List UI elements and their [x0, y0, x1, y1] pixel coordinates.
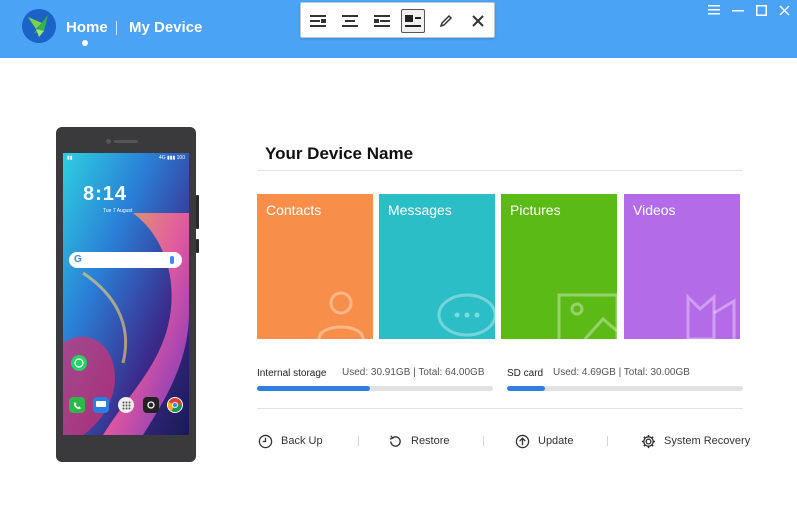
phone-camera: [106, 139, 111, 144]
videos-tile-label: Videos: [633, 202, 676, 218]
pictures-tile-label: Pictures: [510, 202, 561, 218]
align-right-icon[interactable]: [370, 9, 394, 33]
minimize-icon[interactable]: [731, 3, 745, 17]
internal-storage-usage: Used: 30.91GB | Total: 64.00GB: [342, 367, 485, 378]
menu-icon[interactable]: [707, 3, 721, 17]
chat-bubble-icon: [437, 293, 495, 337]
phone-status-bar: ▮▮ 4G ▮▮▮ 100: [67, 155, 185, 163]
align-left-icon[interactable]: [306, 9, 330, 33]
nav-divider: [116, 21, 117, 35]
sd-card-usage: Used: 4.69GB | Total: 30.00GB: [553, 367, 690, 378]
phone-screen: ▮▮ 4G ▮▮▮ 100 8:14 Tue 7 August G: [63, 153, 189, 435]
device-phone-image: ▮▮ 4G ▮▮▮ 100 8:14 Tue 7 August G: [56, 127, 199, 462]
action-divider: [358, 436, 359, 446]
system-recovery-button[interactable]: System Recovery: [640, 432, 750, 450]
app-logo: [22, 9, 56, 43]
messages-app-icon: [93, 397, 109, 413]
google-g-icon: G: [74, 254, 82, 265]
contacts-tile[interactable]: Contacts: [257, 194, 373, 339]
restore-icon: [387, 433, 403, 449]
messages-tile-label: Messages: [388, 202, 452, 218]
nav-home-tab[interactable]: Home: [66, 19, 108, 36]
internal-storage-bar-fill: [257, 386, 371, 391]
phone-status-left: ▮▮: [67, 155, 73, 161]
gear-icon: [640, 433, 656, 449]
app-drawer-icon: [118, 397, 134, 413]
action-divider: [483, 436, 484, 446]
restore-label: Restore: [411, 435, 450, 447]
device-name-title: Your Device Name: [265, 144, 414, 163]
phone-date: Tue 7 August: [103, 208, 133, 214]
camera-app-icon: [143, 397, 159, 413]
phone-status-right: 4G ▮▮▮ 100: [158, 155, 185, 161]
window-arrange-toolbar: [300, 2, 495, 38]
app-header: Home My Device: [0, 0, 797, 58]
messages-tile[interactable]: Messages: [379, 194, 495, 339]
contacts-tile-label: Contacts: [266, 202, 322, 218]
sd-card-bar: [507, 386, 743, 391]
restore-button[interactable]: Restore: [387, 432, 450, 450]
update-icon: [514, 433, 530, 449]
title-divider: [257, 170, 743, 171]
videos-tile[interactable]: Videos: [624, 194, 740, 339]
internal-storage-label: Internal storage: [257, 368, 327, 379]
update-label: Update: [538, 435, 574, 447]
align-center-icon[interactable]: [338, 9, 362, 33]
contacts-icon: [317, 291, 365, 339]
phone-clock: 8:14: [83, 183, 128, 205]
phone-speaker: [114, 140, 138, 143]
sd-card-label: SD card: [507, 368, 544, 379]
video-icon: [686, 293, 736, 339]
action-divider: [607, 436, 608, 446]
system-recovery-label: System Recovery: [664, 435, 751, 447]
backup-icon: [257, 433, 273, 449]
backup-label: Back Up: [281, 435, 323, 447]
phone-power-button: [196, 239, 199, 253]
pictures-tile[interactable]: Pictures: [501, 194, 617, 339]
close-icon[interactable]: [466, 9, 490, 33]
internal-storage-bar: [257, 386, 493, 391]
phone-app-icon: [69, 397, 85, 413]
active-tab-indicator: [82, 40, 88, 46]
picture-icon: [557, 293, 617, 339]
window-close-icon[interactable]: [777, 3, 791, 17]
phone-volume-button: [196, 195, 199, 229]
actions-divider: [257, 408, 743, 409]
nav-my-device-tab[interactable]: My Device: [129, 19, 202, 36]
sd-card-bar-fill: [507, 386, 545, 391]
maximize-icon[interactable]: [754, 3, 768, 17]
phone-google-search-bar: G: [69, 252, 182, 268]
align-top-left-icon[interactable]: [401, 9, 425, 33]
microphone-icon: [170, 256, 174, 264]
update-button[interactable]: Update: [514, 432, 573, 450]
backup-button[interactable]: Back Up: [257, 432, 323, 450]
chrome-app-icon: [167, 397, 183, 413]
pencil-icon[interactable]: [434, 9, 458, 33]
whatsapp-icon: [71, 355, 87, 371]
